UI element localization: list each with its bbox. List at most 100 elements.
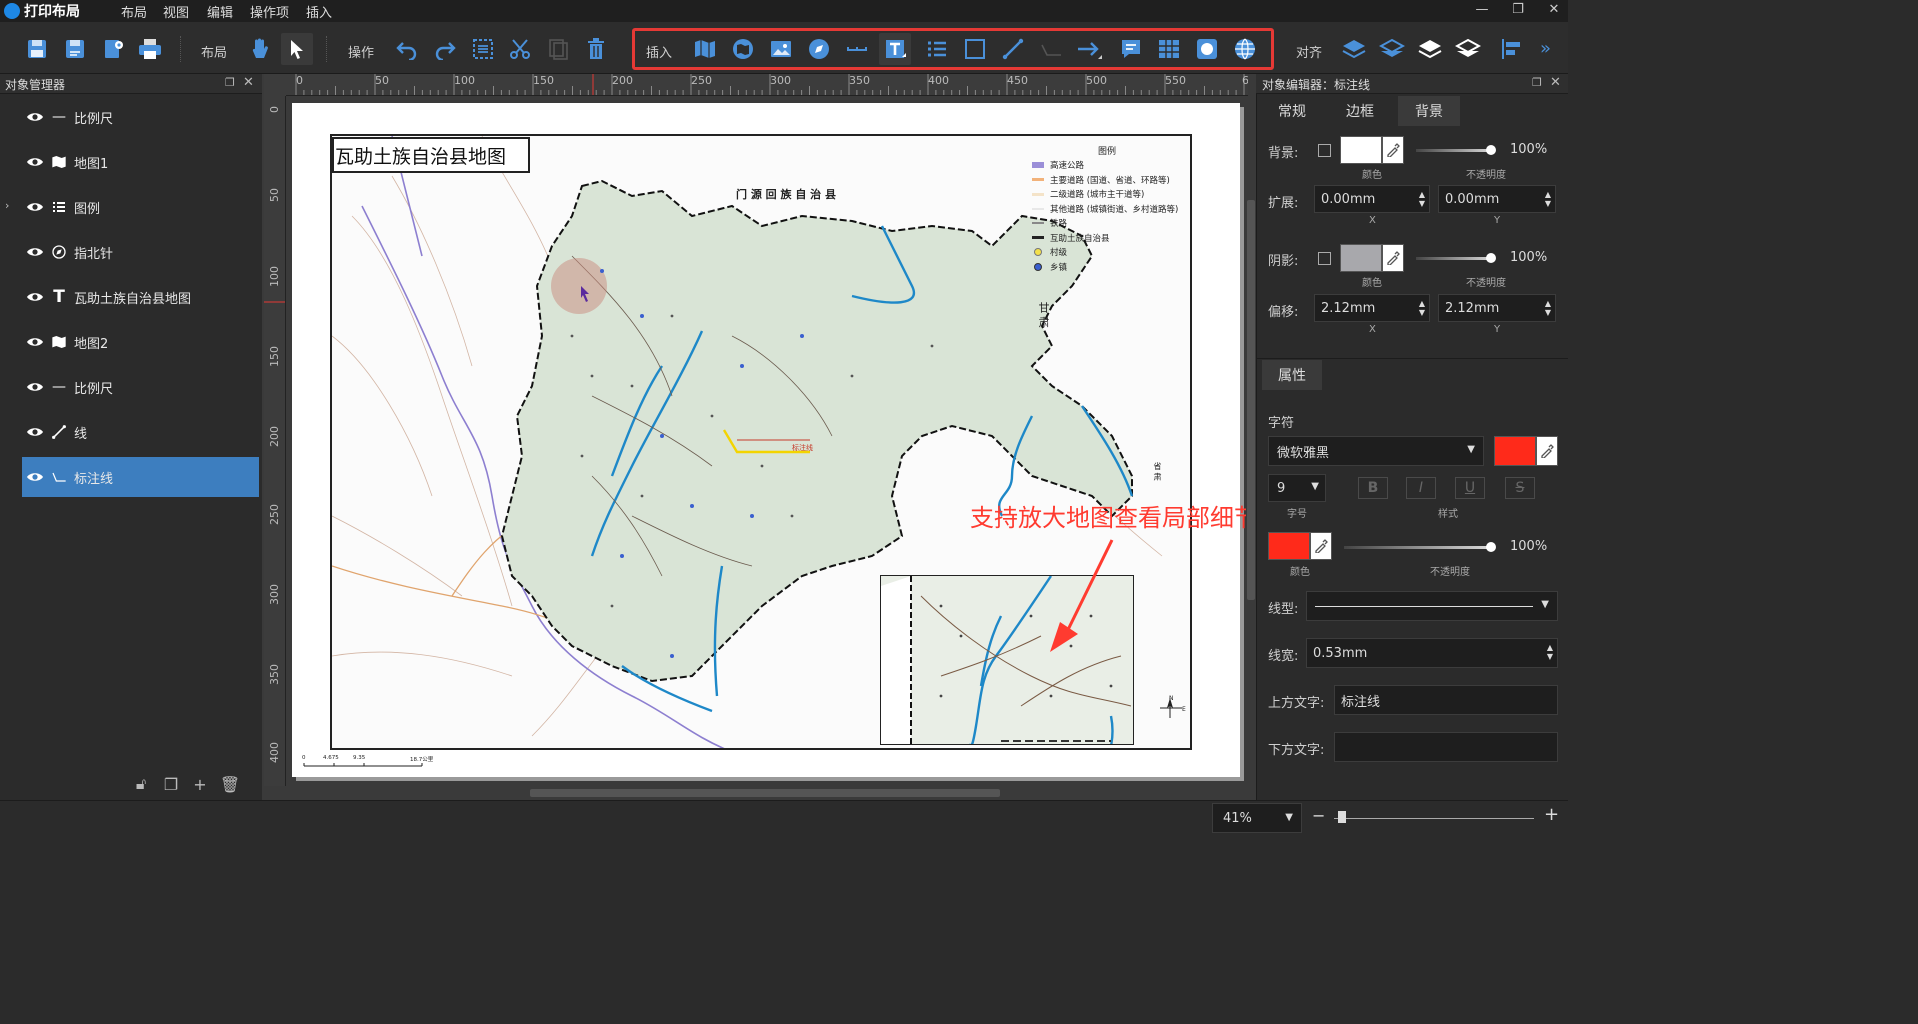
- close-window-button[interactable]: ✕: [1544, 2, 1564, 17]
- object-item-map-2[interactable]: 地图2: [22, 322, 259, 362]
- bold-button[interactable]: B: [1358, 477, 1388, 499]
- send-to-back-icon[interactable]: [1452, 33, 1484, 65]
- map-title[interactable]: 瓦助土族自治县地图: [335, 142, 506, 169]
- insert-text-icon[interactable]: [879, 33, 911, 65]
- undo-icon[interactable]: [391, 33, 423, 65]
- font-size-select[interactable]: 9 ▼: [1268, 474, 1326, 502]
- panel-close-icon[interactable]: ✕: [243, 75, 254, 90]
- top-text-input[interactable]: 标注线: [1334, 685, 1558, 715]
- line-width-input[interactable]: 0.53mm ▲ ▼: [1306, 638, 1558, 668]
- menu-insert[interactable]: 插入: [306, 2, 332, 21]
- insert-compass-icon[interactable]: [803, 33, 835, 65]
- eyedropper-icon[interactable]: [1536, 436, 1558, 466]
- visibility-eye-icon[interactable]: [26, 291, 44, 303]
- insert-picture-icon[interactable]: [765, 33, 797, 65]
- insert-globe-icon[interactable]: [1229, 33, 1261, 65]
- object-item-map-1[interactable]: 地图1: [22, 142, 259, 182]
- toolbar-more-icon[interactable]: »: [1540, 38, 1551, 59]
- object-item-line[interactable]: 线: [22, 412, 259, 452]
- italic-button[interactable]: I: [1406, 477, 1436, 499]
- save-as-icon[interactable]: [59, 33, 91, 65]
- shadow-opacity-knob[interactable]: [1486, 253, 1496, 263]
- zoom-select[interactable]: 41% ▼: [1212, 803, 1302, 833]
- strikethrough-button[interactable]: S: [1505, 477, 1535, 499]
- delete-icon[interactable]: [580, 33, 612, 65]
- select-pointer-icon[interactable]: [281, 33, 313, 65]
- shadow-opacity-slider[interactable]: [1416, 257, 1494, 260]
- zoom-slider-knob[interactable]: [1338, 811, 1346, 823]
- line-type-select[interactable]: ▼: [1306, 591, 1558, 621]
- insert-scale-bar-icon[interactable]: [841, 33, 873, 65]
- visibility-eye-icon[interactable]: [26, 246, 44, 258]
- insert-arrow-icon[interactable]: [1073, 33, 1105, 65]
- object-item-legend[interactable]: 图例: [22, 187, 259, 227]
- bottom-text-input[interactable]: [1334, 732, 1558, 762]
- tab-general[interactable]: 常规: [1262, 96, 1322, 126]
- zoom-out-button[interactable]: −: [1312, 806, 1325, 825]
- horizontal-scrollbar-thumb[interactable]: [530, 789, 1000, 797]
- eyedropper-icon[interactable]: [1382, 244, 1404, 272]
- visibility-eye-icon[interactable]: [26, 471, 44, 483]
- panel-close-icon[interactable]: ✕: [1550, 75, 1561, 90]
- menu-operations[interactable]: 操作项: [250, 2, 289, 21]
- shadow-checkbox[interactable]: [1318, 252, 1331, 265]
- send-backward-icon[interactable]: [1414, 33, 1446, 65]
- callout-line-label[interactable]: 标注线: [792, 443, 813, 453]
- visibility-eye-icon[interactable]: [26, 201, 44, 213]
- visibility-eye-icon[interactable]: [26, 381, 44, 393]
- cut-icon[interactable]: [504, 33, 536, 65]
- duplicate-icon[interactable]: ❐: [162, 775, 180, 794]
- insert-legend-icon[interactable]: [921, 33, 953, 65]
- select-all-icon[interactable]: [467, 33, 499, 65]
- menu-edit[interactable]: 编辑: [207, 2, 233, 21]
- offset-y-input[interactable]: 2.12mm ▲ ▼: [1438, 294, 1556, 322]
- legend[interactable]: 高速公路 主要道路 (国道、省道、环路等) 二级道路 (城市主干道等) 其他道路…: [1032, 158, 1178, 274]
- insert-rectangle-icon[interactable]: [959, 33, 991, 65]
- extend-y-input[interactable]: 0.00mm ▲ ▼: [1438, 185, 1556, 213]
- line-opacity-knob[interactable]: [1486, 542, 1496, 552]
- insert-annotation-icon[interactable]: [1115, 33, 1147, 65]
- background-checkbox[interactable]: [1318, 144, 1331, 157]
- properties-tab[interactable]: 属性: [1262, 360, 1322, 390]
- insert-ellipse-icon[interactable]: [1191, 33, 1223, 65]
- visibility-eye-icon[interactable]: [26, 111, 44, 123]
- restore-button[interactable]: ❐: [1508, 2, 1528, 17]
- menu-view[interactable]: 视图: [163, 2, 189, 21]
- insert-map-icon[interactable]: [689, 33, 721, 65]
- background-color-swatch[interactable]: [1340, 136, 1382, 164]
- offset-x-input[interactable]: 2.12mm ▲ ▼: [1314, 294, 1430, 322]
- eyedropper-icon[interactable]: [1310, 532, 1332, 560]
- trash-icon[interactable]: 🗑︎: [220, 775, 240, 794]
- tab-background[interactable]: 背景: [1398, 96, 1460, 126]
- bring-to-front-icon[interactable]: [1338, 33, 1370, 65]
- line-opacity-slider[interactable]: [1344, 546, 1494, 549]
- insert-image-map-icon[interactable]: [727, 33, 759, 65]
- north-arrow-icon[interactable]: N E: [1156, 694, 1188, 724]
- object-item-compass[interactable]: 指北针: [22, 232, 259, 272]
- background-opacity-slider[interactable]: [1416, 149, 1494, 152]
- visibility-eye-icon[interactable]: [26, 426, 44, 438]
- add-icon[interactable]: +: [191, 775, 209, 794]
- print-icon[interactable]: [134, 33, 166, 65]
- redo-icon[interactable]: [429, 33, 461, 65]
- visibility-eye-icon[interactable]: [26, 336, 44, 348]
- line-color-swatch[interactable]: [1268, 532, 1310, 560]
- object-item-scale-bar-2[interactable]: — 比例尺: [22, 367, 259, 407]
- vertical-scrollbar-thumb[interactable]: [1247, 200, 1255, 600]
- panel-float-icon[interactable]: ❐: [1532, 76, 1542, 89]
- zoom-in-button[interactable]: +: [1544, 804, 1559, 825]
- object-item-scale-bar-1[interactable]: — 比例尺: [22, 97, 259, 137]
- tab-border[interactable]: 边框: [1330, 96, 1390, 126]
- panel-float-icon[interactable]: ❐: [225, 76, 235, 89]
- bring-forward-icon[interactable]: [1376, 33, 1408, 65]
- object-item-title-text[interactable]: T 瓦助土族自治县地图: [22, 277, 259, 317]
- align-left-icon[interactable]: [1496, 33, 1528, 65]
- insert-line-icon[interactable]: [997, 33, 1029, 65]
- page-settings-icon[interactable]: [97, 33, 129, 65]
- minimize-button[interactable]: —: [1472, 2, 1492, 17]
- eyedropper-icon[interactable]: [1382, 136, 1404, 164]
- font-color-swatch[interactable]: [1494, 436, 1536, 466]
- font-family-select[interactable]: 微软雅黑 ▼: [1268, 436, 1484, 466]
- menu-layout[interactable]: 布局: [121, 2, 147, 21]
- background-opacity-knob[interactable]: [1486, 145, 1496, 155]
